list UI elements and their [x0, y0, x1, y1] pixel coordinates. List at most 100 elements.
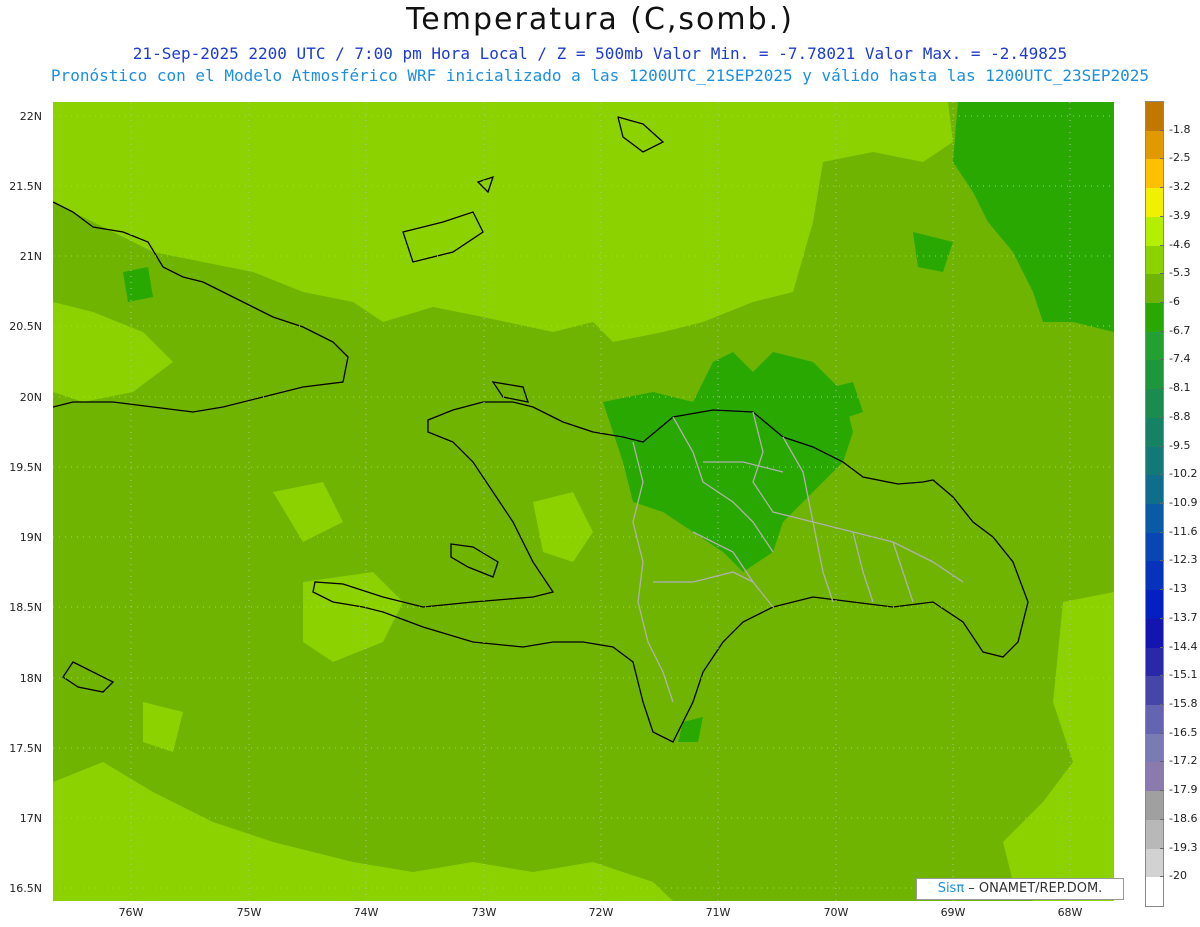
lon-label: 70W: [823, 906, 849, 919]
colorbar-label: -2.5: [1169, 151, 1191, 165]
colorbar-label: -6.7: [1169, 323, 1191, 337]
colorbar-label: -9.5: [1169, 438, 1191, 452]
colorbar-swatch: [1146, 446, 1163, 476]
colorbar-label: -13: [1169, 582, 1187, 596]
colorbar-swatch: [1146, 274, 1163, 304]
colorbar-tick: [1160, 589, 1164, 591]
lat-label: 18.5N: [9, 601, 42, 614]
lon-label: 74W: [353, 906, 379, 919]
colorbar-swatch: [1146, 417, 1163, 448]
colorbar-swatch: [1146, 303, 1163, 333]
lat-label: 18N: [19, 672, 42, 685]
colorbar: [1145, 101, 1164, 907]
colorbar-swatch: [1146, 590, 1163, 620]
colorbar-label: -18.6: [1169, 811, 1198, 825]
colorbar-swatch: [1146, 561, 1163, 591]
lon-label: 75W: [236, 906, 262, 919]
colorbar-label: -16.5: [1169, 725, 1198, 739]
colorbar-tick: [1160, 761, 1164, 763]
colorbar-tick: [1160, 474, 1164, 476]
lat-label: 17N: [19, 812, 42, 825]
credit-text: – ONAMET/REP.DOM.: [964, 881, 1103, 896]
lat-label: 20N: [19, 391, 42, 404]
colorbar-swatch: [1146, 618, 1163, 649]
colorbar-tick: [1160, 847, 1164, 849]
colorbar-swatch: [1146, 877, 1163, 907]
lon-label: 73W: [471, 906, 497, 919]
colorbar-tick: [1160, 732, 1164, 734]
map-title: Temperatura (C,somb.): [406, 2, 794, 37]
lat-label: 16.5N: [9, 882, 42, 895]
colorbar-tick: [1160, 531, 1164, 533]
colorbar-label: -17.2: [1169, 754, 1198, 768]
credit-box: Sisπ – ONAMET/REP.DOM.: [916, 878, 1124, 900]
colorbar-tick: [1160, 302, 1164, 303]
lon-label: 72W: [588, 906, 614, 919]
colorbar-swatch: [1146, 762, 1163, 792]
colorbar-swatch: [1146, 791, 1163, 821]
colorbar-swatch: [1146, 389, 1163, 419]
sispi-logo-text: Sisπ: [937, 881, 965, 896]
colorbar-swatch: [1146, 331, 1163, 361]
colorbar-tick: [1160, 215, 1164, 217]
colorbar-tick: [1160, 445, 1164, 447]
colorbar-swatch: [1146, 676, 1163, 706]
colorbar-tick: [1160, 359, 1164, 361]
lat-label: 19N: [19, 531, 42, 544]
colorbar-tick: [1160, 503, 1164, 504]
colorbar-label: -15.8: [1169, 697, 1198, 710]
colorbar-label: -12.3: [1169, 553, 1198, 567]
colorbar-swatch: [1146, 130, 1163, 160]
colorbar-tick: [1160, 560, 1164, 562]
colorbar-label: -15.1: [1169, 668, 1198, 682]
colorbar-tick: [1160, 273, 1164, 275]
colorbar-swatch: [1146, 245, 1163, 275]
lat-label: 22N: [19, 110, 42, 123]
lon-label: 76W: [118, 906, 144, 919]
colorbar-swatch: [1146, 102, 1163, 132]
colorbar-label: -14.4: [1169, 639, 1198, 653]
temperature-map: [53, 102, 1114, 901]
colorbar-label: -5.3: [1169, 266, 1191, 280]
colorbar-tick: [1160, 617, 1164, 619]
colorbar-tick: [1160, 330, 1164, 332]
colorbar-label: -11.6: [1169, 524, 1198, 538]
lat-label: 19.5N: [9, 461, 42, 474]
colorbar-label: -13.7: [1169, 610, 1198, 624]
lat-label: 21N: [19, 250, 42, 263]
colorbar-tick: [1160, 416, 1164, 418]
colorbar-swatch: [1146, 647, 1163, 677]
colorbar-tick: [1160, 818, 1164, 820]
colorbar-label: -8.8: [1169, 409, 1191, 423]
colorbar-swatch: [1146, 216, 1163, 247]
colorbar-tick: [1160, 646, 1164, 648]
colorbar-label: -1.8: [1169, 122, 1191, 136]
colorbar-label: -20: [1169, 869, 1187, 883]
map-subtitle-model: Pronóstico con el Modelo Atmosférico WRF…: [50, 66, 1150, 85]
lat-label: 21.5N: [9, 180, 42, 193]
colorbar-swatch: [1146, 504, 1163, 534]
lat-label: 20.5N: [9, 320, 42, 333]
lon-label: 71W: [705, 906, 731, 919]
map-subtitle-time: 21-Sep-2025 2200 UTC / 7:00 pm Hora Loca…: [132, 44, 1068, 63]
colorbar-tick: [1160, 790, 1164, 792]
colorbar-tick: [1160, 187, 1164, 189]
colorbar-label: -17.9: [1169, 783, 1198, 797]
colorbar-label: -4.6: [1169, 237, 1191, 251]
lon-label: 69W: [940, 906, 966, 919]
colorbar-label: -3.9: [1169, 208, 1191, 222]
colorbar-tick: [1160, 244, 1164, 246]
lat-label: 17.5N: [9, 742, 42, 755]
colorbar-tick: [1160, 675, 1164, 677]
colorbar-tick: [1160, 158, 1164, 160]
colorbar-tick: [1160, 388, 1164, 390]
colorbar-tick: [1160, 876, 1164, 878]
colorbar-swatch: [1146, 705, 1163, 735]
colorbar-tick: [1160, 704, 1164, 705]
colorbar-label: -8.1: [1169, 381, 1191, 395]
colorbar-label: -19.3: [1169, 840, 1198, 854]
colorbar-label: -6: [1169, 295, 1180, 308]
colorbar-label: -10.2: [1169, 467, 1198, 481]
colorbar-swatch: [1146, 475, 1163, 505]
lon-label: 68W: [1057, 906, 1083, 919]
